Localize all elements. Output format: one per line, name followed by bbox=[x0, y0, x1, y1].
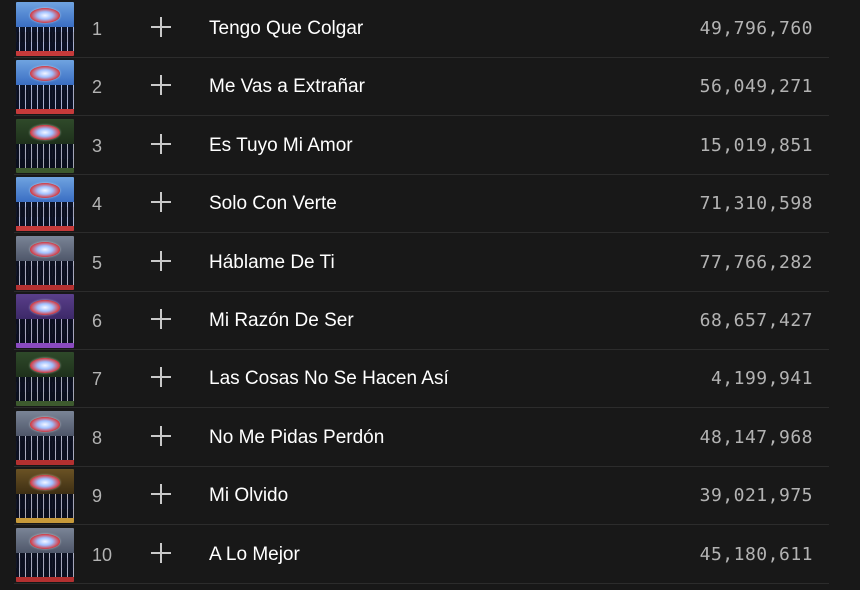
track-row[interactable]: 10 A Lo Mejor 45,180,611 bbox=[14, 526, 829, 584]
track-row[interactable]: 4 Solo Con Verte 71,310,598 bbox=[14, 175, 829, 234]
play-count: 68,657,427 bbox=[699, 310, 813, 331]
plus-icon[interactable] bbox=[150, 425, 172, 447]
plus-icon[interactable] bbox=[150, 250, 172, 272]
track-list: 1 Tengo Que Colgar 49,796,760 2 Me Vas a… bbox=[0, 0, 860, 590]
track-title[interactable]: Háblame De Ti bbox=[209, 234, 335, 292]
plus-icon[interactable] bbox=[150, 74, 172, 96]
track-number: 4 bbox=[92, 194, 103, 215]
play-count: 49,796,760 bbox=[699, 18, 813, 39]
track-number: 8 bbox=[92, 427, 103, 448]
track-row[interactable]: 8 No Me Pidas Perdón 48,147,968 bbox=[14, 409, 829, 467]
album-cover[interactable] bbox=[16, 352, 74, 407]
album-cover[interactable] bbox=[16, 410, 74, 465]
album-cover[interactable] bbox=[16, 2, 74, 56]
track-title[interactable]: Solo Con Verte bbox=[209, 175, 337, 233]
track-number: 9 bbox=[92, 486, 103, 507]
plus-icon[interactable] bbox=[150, 542, 172, 564]
track-number: 6 bbox=[92, 311, 103, 331]
play-count: 39,021,975 bbox=[699, 485, 813, 507]
album-cover[interactable] bbox=[16, 469, 74, 524]
play-count: 4,199,941 bbox=[710, 368, 813, 390]
track-row[interactable]: 1 Tengo Que Colgar 49,796,760 bbox=[14, 0, 829, 58]
track-title[interactable]: No Me Pidas Perdón bbox=[209, 409, 384, 467]
track-number: 2 bbox=[92, 77, 103, 98]
play-count: 56,049,271 bbox=[699, 76, 813, 98]
album-cover[interactable] bbox=[16, 177, 74, 232]
play-count: 45,180,611 bbox=[699, 543, 813, 565]
track-number: 5 bbox=[92, 252, 103, 273]
track-number: 3 bbox=[92, 135, 103, 156]
play-count: 15,019,851 bbox=[699, 134, 813, 156]
plus-icon[interactable] bbox=[150, 366, 172, 388]
album-cover[interactable] bbox=[16, 235, 74, 290]
plus-icon[interactable] bbox=[150, 191, 172, 213]
play-count: 48,147,968 bbox=[699, 426, 813, 448]
track-title[interactable]: Tengo Que Colgar bbox=[209, 0, 363, 58]
plus-icon[interactable] bbox=[150, 483, 172, 505]
track-row[interactable]: 6 Mi Razón De Ser 68,657,427 bbox=[14, 292, 829, 350]
track-row[interactable]: 5 Háblame De Ti 77,766,282 bbox=[14, 234, 829, 292]
play-count: 71,310,598 bbox=[699, 193, 813, 215]
plus-icon[interactable] bbox=[150, 16, 172, 38]
album-cover[interactable] bbox=[16, 527, 74, 582]
album-cover[interactable] bbox=[16, 118, 74, 173]
track-row[interactable]: 3 Es Tuyo Mi Amor 15,019,851 bbox=[14, 117, 829, 175]
track-row[interactable]: 2 Me Vas a Extrañar 56,049,271 bbox=[14, 58, 829, 117]
track-row[interactable]: 7 Las Cosas No Se Hacen Así 4,199,941 bbox=[14, 350, 829, 409]
plus-icon[interactable] bbox=[150, 308, 172, 330]
track-number: 1 bbox=[92, 19, 103, 39]
album-cover[interactable] bbox=[16, 294, 74, 348]
track-title[interactable]: Mi Olvido bbox=[209, 467, 288, 525]
album-cover[interactable] bbox=[16, 60, 74, 115]
play-count: 77,766,282 bbox=[699, 251, 813, 273]
track-number: 10 bbox=[92, 544, 113, 565]
track-title[interactable]: Es Tuyo Mi Amor bbox=[209, 117, 353, 175]
track-title[interactable]: Me Vas a Extrañar bbox=[209, 58, 365, 116]
track-title[interactable]: Las Cosas No Se Hacen Así bbox=[209, 350, 449, 408]
track-row[interactable]: 9 Mi Olvido 39,021,975 bbox=[14, 467, 829, 526]
track-title[interactable]: A Lo Mejor bbox=[209, 526, 300, 584]
track-title[interactable]: Mi Razón De Ser bbox=[209, 292, 354, 350]
track-number: 7 bbox=[92, 369, 103, 390]
plus-icon[interactable] bbox=[150, 133, 172, 155]
